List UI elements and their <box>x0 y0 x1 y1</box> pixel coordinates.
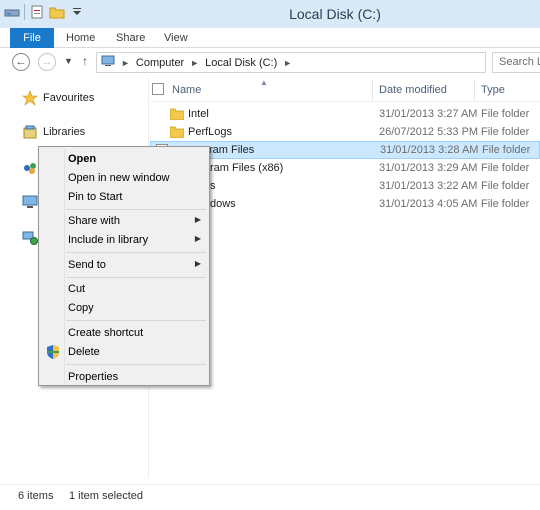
menu-item-label: Copy <box>68 302 94 314</box>
file-date: 31/01/2013 3:22 AM <box>379 180 478 192</box>
status-bar: 6 items 1 item selected <box>0 484 540 506</box>
submenu-arrow-icon: ▶ <box>194 259 201 268</box>
menu-item-cut[interactable]: Cut <box>39 280 209 298</box>
table-row[interactable]: PerfLogs 26/07/2012 5:33 PM File folder <box>150 124 540 142</box>
file-name: s <box>210 180 216 192</box>
file-type: File folder <box>481 108 530 120</box>
menu-separator <box>66 320 206 321</box>
menu-separator <box>66 209 206 210</box>
uac-shield-icon <box>46 344 60 360</box>
file-date: 31/01/2013 3:27 AM <box>379 108 478 120</box>
network-icon <box>22 230 38 246</box>
file-name: ram Files <box>209 144 255 156</box>
column-name[interactable]: Name <box>172 84 201 96</box>
back-button[interactable]: ← <box>12 53 30 71</box>
arrow-right-icon: → <box>41 56 53 68</box>
menu-item-label: Properties <box>68 371 119 383</box>
file-name: Intel <box>188 108 209 120</box>
menu-item-include-in-library[interactable]: Include in library ▶ <box>39 231 209 249</box>
menu-item-properties[interactable]: Properties <box>39 368 209 386</box>
forward-button[interactable]: → <box>38 53 56 71</box>
sort-ascending-icon: ▲ <box>260 78 268 87</box>
file-type: File folder <box>481 162 530 174</box>
folder-icon <box>169 126 185 139</box>
menu-item-label: Share with <box>68 215 120 227</box>
context-menu: Open Open in new window Pin to Start Sha… <box>38 146 210 386</box>
item-count: 6 items <box>18 490 54 502</box>
menu-separator <box>66 252 206 253</box>
computer-small-icon <box>101 55 115 70</box>
submenu-arrow-icon: ▶ <box>194 234 201 243</box>
menu-item-open-new-window[interactable]: Open in new window <box>39 169 209 187</box>
star-icon <box>22 90 38 106</box>
breadcrumb-arrow-icon: ► <box>190 57 200 68</box>
submenu-arrow-icon: ▶ <box>194 215 201 224</box>
menu-item-create-shortcut[interactable]: Create shortcut <box>39 324 209 342</box>
menu-item-label: Cut <box>68 283 86 295</box>
ribbon-tabs: File Home Share View <box>0 28 540 48</box>
address-row: ← → ▼ ↑ ► Computer ► Local Disk (C:) ► S… <box>0 49 540 77</box>
column-header: ▲ Name Date modified Type <box>150 78 540 102</box>
menu-item-label: Create shortcut <box>68 327 144 339</box>
selection-count: 1 item selected <box>69 490 143 502</box>
computer-icon <box>22 194 38 210</box>
recent-locations-icon[interactable]: ▼ <box>64 56 73 66</box>
file-name: ram Files (x86) <box>210 162 284 174</box>
window-title: Local Disk (C:) <box>289 6 381 22</box>
menu-item-share-with[interactable]: Share with ▶ <box>39 212 209 230</box>
search-input[interactable]: Search Lo <box>492 52 540 73</box>
menu-separator <box>66 364 206 365</box>
sidebar-item-homegroup[interactable] <box>22 160 38 176</box>
sidebar-item-network[interactable] <box>22 230 38 246</box>
column-divider[interactable] <box>372 80 373 100</box>
sidebar-item-libraries[interactable]: Libraries <box>22 124 85 140</box>
tab-file[interactable]: File <box>10 28 54 48</box>
tab-view[interactable]: View <box>164 28 188 48</box>
title-bar: Local Disk (C:) <box>0 0 540 28</box>
file-date: 31/01/2013 4:05 AM <box>379 198 478 210</box>
breadcrumb-computer[interactable]: Computer <box>136 57 184 69</box>
breadcrumb-local-disk[interactable]: Local Disk (C:) <box>205 57 277 69</box>
menu-item-label: Include in library <box>68 234 149 246</box>
select-all-checkbox[interactable] <box>152 83 164 95</box>
sidebar-item-computer[interactable] <box>22 194 38 210</box>
sidebar-item-label: Libraries <box>43 126 86 138</box>
menu-item-copy[interactable]: Copy <box>39 299 209 317</box>
file-date: 31/01/2013 3:29 AM <box>379 162 478 174</box>
menu-item-label: Pin to Start <box>68 191 123 203</box>
address-bar[interactable]: ► Computer ► Local Disk (C:) ► <box>96 52 486 73</box>
column-divider[interactable] <box>474 80 475 100</box>
tab-share[interactable]: Share <box>116 28 145 48</box>
file-date: 26/07/2012 5:33 PM <box>379 126 479 138</box>
breadcrumb-arrow-icon: ► <box>283 57 293 68</box>
up-arrow-icon[interactable]: ↑ <box>82 54 88 68</box>
menu-item-open[interactable]: Open <box>39 150 209 168</box>
homegroup-icon <box>22 160 38 176</box>
file-name: dows <box>210 198 236 210</box>
menu-item-delete[interactable]: Delete <box>39 343 209 361</box>
menu-item-label: Open <box>68 153 97 165</box>
menu-item-send-to[interactable]: Send to ▶ <box>39 256 209 274</box>
libraries-icon <box>22 124 38 140</box>
tab-home[interactable]: Home <box>66 28 95 48</box>
column-type[interactable]: Type <box>481 84 505 96</box>
file-type: File folder <box>481 126 530 138</box>
menu-item-label: Delete <box>68 346 100 358</box>
column-date-modified[interactable]: Date modified <box>379 84 447 96</box>
menu-item-pin-to-start[interactable]: Pin to Start <box>39 188 209 206</box>
table-row[interactable]: Intel 31/01/2013 3:27 AM File folder <box>150 106 540 124</box>
menu-item-label: Send to <box>68 259 106 271</box>
file-type: File folder <box>482 144 531 156</box>
file-date: 31/01/2013 3:28 AM <box>380 144 479 156</box>
file-type: File folder <box>481 198 530 210</box>
sidebar-item-favourites[interactable]: Favourites <box>22 90 94 106</box>
sidebar-item-label: Favourites <box>43 92 95 104</box>
file-type: File folder <box>481 180 530 192</box>
folder-icon <box>169 108 185 121</box>
menu-separator <box>66 277 206 278</box>
file-name: PerfLogs <box>188 126 233 138</box>
arrow-left-icon: ← <box>15 56 27 68</box>
breadcrumb-arrow-icon: ► <box>121 57 130 68</box>
menu-item-label: Open in new window <box>68 172 170 184</box>
